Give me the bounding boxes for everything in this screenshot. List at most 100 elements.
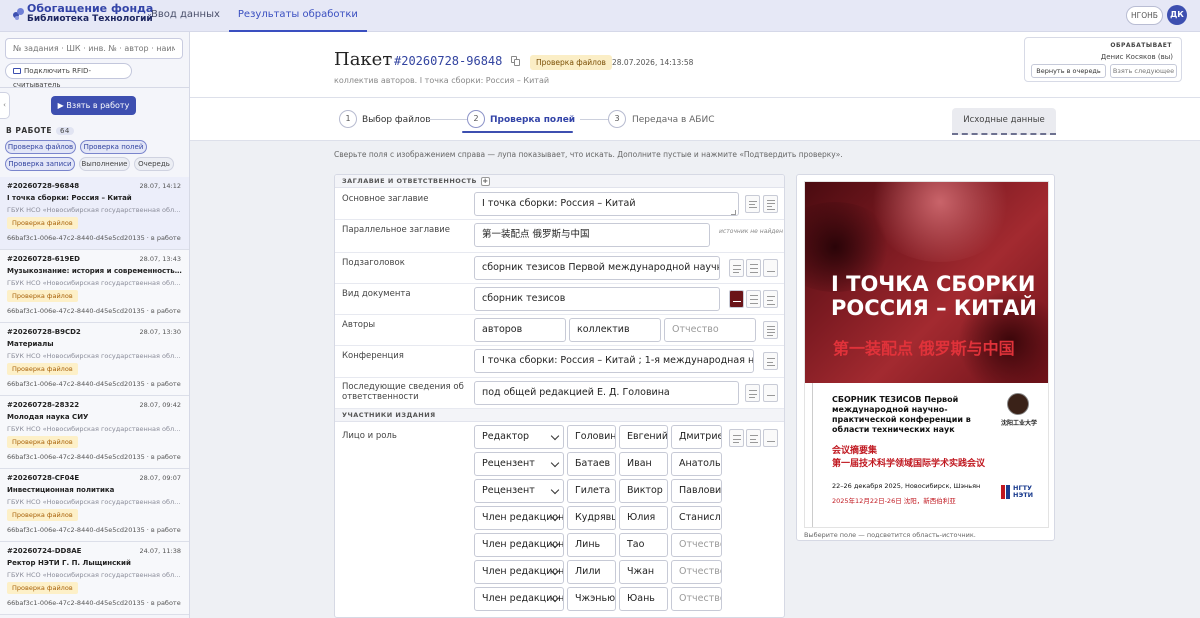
source-thumbnail[interactable]	[763, 429, 778, 447]
source-thumbnail[interactable]	[746, 259, 761, 277]
source-thumbnail[interactable]	[763, 384, 778, 402]
source-thumbnail[interactable]	[746, 290, 761, 308]
source-thumbnail[interactable]	[763, 259, 778, 277]
person-role-label: Лицо и роль	[342, 431, 397, 441]
author-patronymic-field[interactable]: Отчество	[664, 318, 756, 342]
participant-role-select[interactable]: Член редакционной коллегии	[474, 506, 564, 530]
search-input[interactable]	[5, 38, 183, 59]
participant-name-field[interactable]: Юань	[619, 587, 668, 611]
add-icon[interactable]: +	[480, 177, 490, 186]
participant-name-field[interactable]: Евгений	[619, 425, 668, 449]
copy-icon[interactable]	[511, 56, 520, 66]
step-2-label[interactable]: Проверка полей	[490, 115, 575, 125]
cover-chinese-subtitle: 会议摘要集 第一届技术科学领域国际学术实践会议	[832, 445, 985, 471]
task-item[interactable]: #20260728-28322 28.07, 09:42 Молодая нау…	[0, 396, 189, 469]
source-thumbnail[interactable]	[745, 195, 760, 213]
participant-patronymic-field[interactable]: Дмитриевич	[671, 425, 722, 449]
filter-execution[interactable]: Выполнение	[79, 157, 130, 171]
task-item[interactable]: #20260724-DD8AE 24.07, 11:38 Ректор НЭТИ…	[0, 542, 189, 615]
source-thumbnail[interactable]	[746, 429, 761, 447]
source-thumbnail[interactable]	[729, 429, 744, 447]
top-bar: Обогащение фонда Библиотека Технологий В…	[0, 0, 1200, 32]
app-logo[interactable]: Обогащение фонда Библиотека Технологий	[13, 2, 154, 24]
participant-surname-field[interactable]: Батаев	[567, 452, 616, 476]
participant-role-select[interactable]: Член редакционной коллегии	[474, 587, 564, 611]
step-2-number: 2	[467, 110, 485, 128]
author-name-field[interactable]: коллектив	[569, 318, 661, 342]
participant-surname-field[interactable]: Лили	[567, 560, 616, 584]
participant-patronymic-field[interactable]: Отчество	[671, 587, 722, 611]
responsibility-field[interactable]: под общей редакцией Е. Д. Головина	[474, 381, 739, 405]
logo-title: Обогащение фонда	[27, 2, 154, 15]
nav-data-entry[interactable]: Ввод данных	[151, 0, 220, 32]
participant-name-field[interactable]: Виктор	[619, 479, 668, 503]
take-next-button[interactable]: Взять следующее	[1110, 64, 1177, 78]
cover-image[interactable]: I ТОЧКА СБОРКИ РОССИЯ – КИТАЙ 第一装配点 俄罗斯与…	[804, 181, 1049, 528]
sidebar-collapse-handle[interactable]: ‹	[0, 92, 10, 119]
participant-surname-field[interactable]: Чжэньюй	[567, 587, 616, 611]
participant-role-select[interactable]: Член редакционной коллегии	[474, 560, 564, 584]
participant-surname-field[interactable]: Кудрявцев	[567, 506, 616, 530]
participant-patronymic-field[interactable]: Станиславовна	[671, 506, 722, 530]
task-item[interactable]: #20260728-96848 28.07, 14:12 I точка сбо…	[0, 177, 189, 250]
task-item[interactable]: #20260728-B9CD2 28.07, 13:30 Материалы Г…	[0, 323, 189, 396]
task-id: #20260728-B9CD2	[7, 328, 81, 336]
task-date: 28.07, 14:12	[139, 182, 181, 190]
source-thumbnail[interactable]	[729, 259, 744, 277]
participant-role-select[interactable]: Рецензент	[474, 452, 564, 476]
parallel-title-field[interactable]: 第一装配点 俄罗斯与中国	[474, 223, 710, 247]
org-badge[interactable]: НГОНБ	[1126, 6, 1163, 25]
step-3-label[interactable]: Передача в АБИС	[632, 115, 715, 125]
return-to-queue-button[interactable]: Вернуть в очередь	[1031, 64, 1106, 78]
participant-patronymic-field[interactable]: Анатольевич	[671, 452, 722, 476]
participant-name-field[interactable]: Иван	[619, 452, 668, 476]
active-step-indicator	[462, 131, 573, 133]
logo-subtitle: Библиотека Технологий	[27, 14, 153, 24]
filter-queue[interactable]: Очередь	[134, 157, 174, 171]
conference-field[interactable]: I точка сборки: Россия – Китай ; 1-я меж…	[474, 349, 754, 373]
filter-record-check[interactable]: Проверка записи	[5, 157, 75, 171]
step-1-label[interactable]: Выбор файлов	[362, 115, 431, 125]
task-uuid: 66baf3c1-006e-47c2-8440-d45e5cd20135 · в…	[7, 307, 181, 315]
participant-patronymic-field[interactable]: Отчество	[671, 560, 722, 584]
main-title-field[interactable]: I точка сборки: Россия – Китай	[474, 192, 739, 216]
source-thumbnail[interactable]	[745, 384, 760, 402]
rfid-connect-button[interactable]: Подключить RFID-считыватель	[5, 63, 132, 89]
task-item[interactable]: #20260728-CF04E 28.07, 09:07 Инвестицион…	[0, 469, 189, 542]
source-data-button[interactable]: Исходные данные	[952, 108, 1056, 135]
source-thumbnail[interactable]	[763, 321, 778, 339]
participant-surname-field[interactable]: Гилета	[567, 479, 616, 503]
participant-patronymic-field[interactable]: Отчество	[671, 533, 722, 557]
doctype-field[interactable]: сборник тезисов	[474, 287, 720, 311]
participant-role-select[interactable]: Член редакционной коллегии	[474, 533, 564, 557]
nav-processing-results[interactable]: Результаты обработки	[228, 0, 367, 32]
source-thumbnail[interactable]	[763, 290, 778, 308]
field-row-doctype: Вид документа сборник тезисов	[335, 284, 784, 315]
participant-surname-field[interactable]: Линь	[567, 533, 616, 557]
participant-role-select[interactable]: Редактор	[474, 425, 564, 449]
cover-thumbnail[interactable]	[729, 290, 744, 308]
in-work-label: В РАБОТЕ	[6, 126, 52, 135]
participant-patronymic-field[interactable]: Павлович	[671, 479, 722, 503]
user-avatar[interactable]: ДК	[1167, 5, 1187, 25]
subtitle-field[interactable]: сборник тезисов Первой международной нау…	[474, 256, 720, 280]
cover-date-chinese: 2025年12月22日-26日 沈阳，新西伯利亚	[832, 497, 956, 505]
source-thumbnail[interactable]	[763, 195, 778, 213]
participant-name-field[interactable]: Тао	[619, 533, 668, 557]
filter-field-check[interactable]: Проверка полей	[80, 140, 147, 154]
resize-handle[interactable]	[731, 210, 736, 215]
section-title-responsibility: ЗАГЛАВИЕ И ОТВЕТСТВЕННОСТЬ +	[335, 175, 784, 188]
source-thumbnail[interactable]	[763, 352, 778, 370]
take-to-work-button[interactable]: ▶ Взять в работу	[51, 96, 136, 115]
participant-surname-field[interactable]: Головин	[567, 425, 616, 449]
page-title: Пакет	[334, 49, 393, 70]
participant-name-field[interactable]: Юлия	[619, 506, 668, 530]
participant-name-field[interactable]: Чжан	[619, 560, 668, 584]
doctype-label: Вид документа	[342, 289, 411, 299]
participant-role-select[interactable]: Рецензент	[474, 479, 564, 503]
author-surname-field[interactable]: авторов	[474, 318, 566, 342]
task-uuid: 66baf3c1-006e-47c2-8440-d45e5cd20135 · в…	[7, 453, 181, 461]
filter-file-check[interactable]: Проверка файлов	[5, 140, 76, 154]
step-connector	[427, 119, 467, 120]
task-item[interactable]: #20260728-619ED 28.07, 13:43 Музыкознани…	[0, 250, 189, 323]
